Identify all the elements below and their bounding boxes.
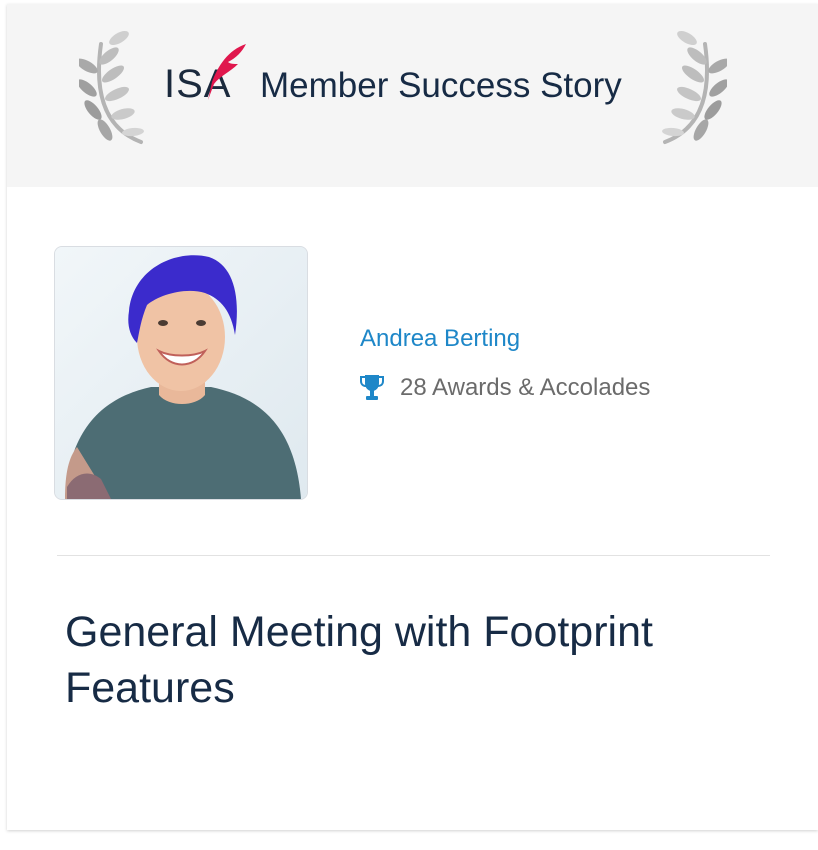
banner-title: Member Success Story [260, 66, 622, 105]
success-story-card: ISA Member Success Story Andrea Berting … [7, 4, 818, 830]
isa-logo: ISA [164, 42, 248, 106]
trophy-icon [360, 375, 384, 400]
member-avatar[interactable] [54, 246, 308, 500]
awards-summary[interactable]: 28 Awards & Accolades [360, 372, 650, 404]
member-photo [55, 247, 307, 499]
section-divider [57, 555, 770, 556]
awards-count-text: 28 Awards & Accolades [400, 374, 651, 401]
laurel-wreath-left-icon [79, 31, 144, 144]
quill-icon [208, 44, 246, 100]
story-banner: ISA Member Success Story [7, 4, 818, 187]
member-name-link[interactable]: Andrea Berting [360, 324, 520, 354]
story-title: General Meeting with Footprint Features [65, 608, 653, 712]
laurel-wreath-right-icon [662, 31, 727, 144]
